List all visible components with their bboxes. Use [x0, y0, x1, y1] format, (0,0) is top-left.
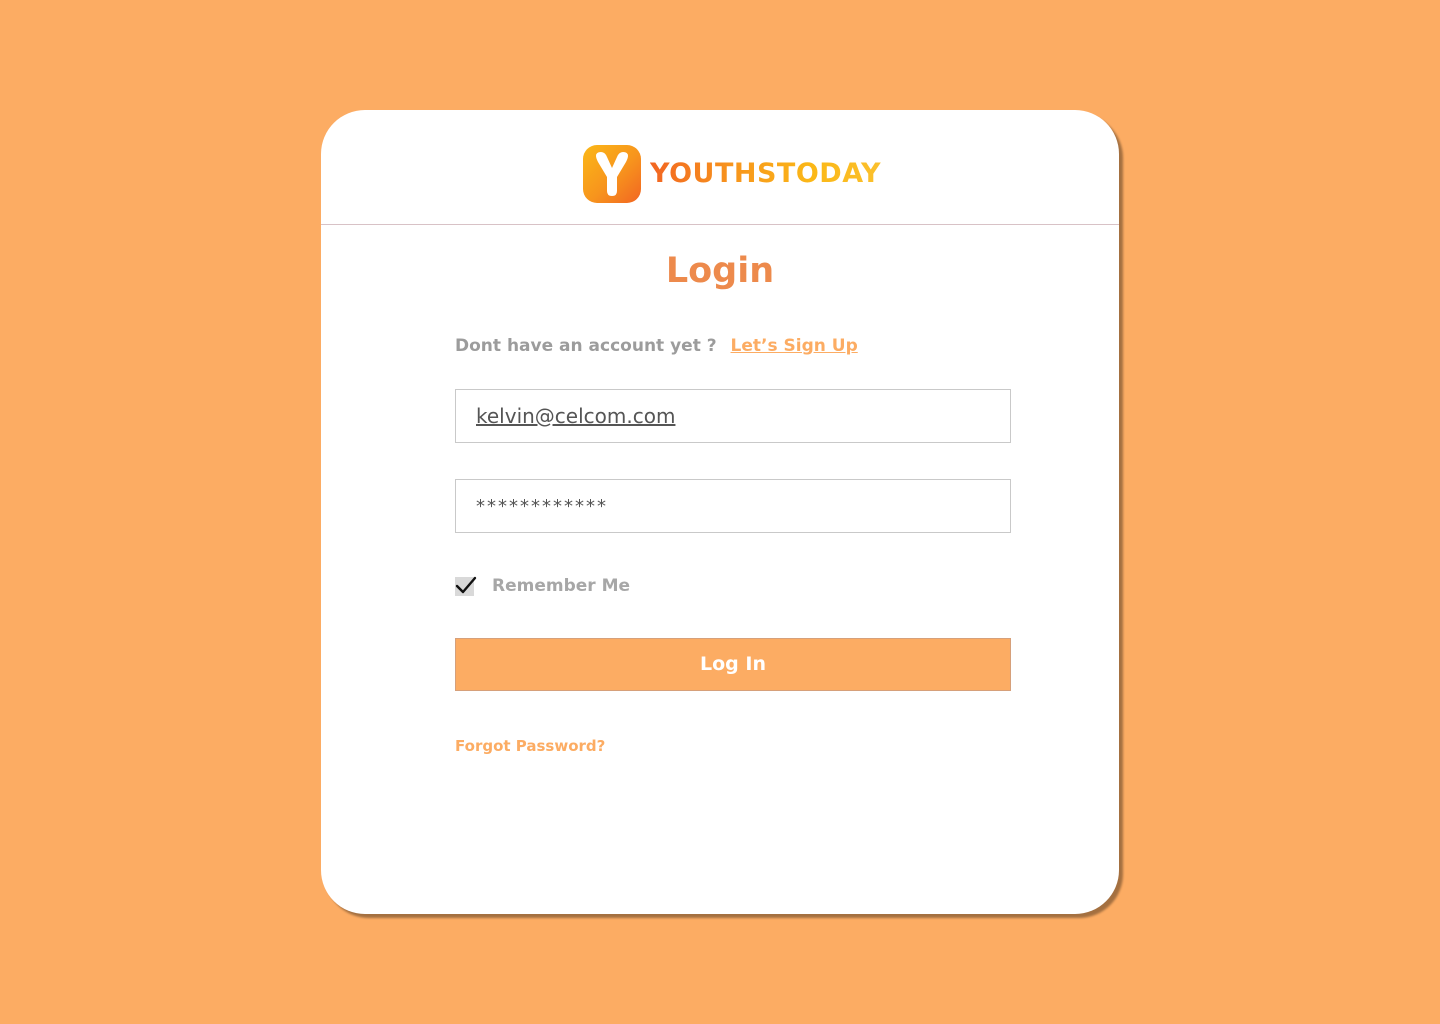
- brand-name: YOUTHSTODAY: [650, 145, 881, 203]
- remember-me-label: Remember Me: [492, 576, 631, 596]
- email-field[interactable]: kelvin@celcom.com: [455, 389, 1011, 443]
- signup-prompt: Dont have an account yet ?: [455, 336, 717, 356]
- remember-me-checkbox[interactable]: [455, 576, 477, 596]
- remember-me-row[interactable]: Remember Me: [455, 574, 630, 598]
- card-header: YOUTHSTODAY: [321, 110, 1119, 225]
- login-button[interactable]: Log In: [455, 638, 1011, 691]
- password-value: ************: [476, 495, 608, 517]
- signup-row: Dont have an account yet ? Let’s Sign Up: [455, 334, 858, 358]
- login-card: YOUTHSTODAY Login Dont have an account y…: [321, 110, 1119, 914]
- signup-link[interactable]: Let’s Sign Up: [731, 336, 858, 356]
- password-field[interactable]: ************: [455, 479, 1011, 533]
- forgot-password-link[interactable]: Forgot Password?: [455, 735, 605, 757]
- youthstoday-logo: YOUTHSTODAY: [583, 145, 881, 203]
- email-value: kelvin@celcom.com: [476, 404, 676, 428]
- youthstoday-y-icon: [583, 145, 641, 203]
- page-title: Login: [665, 251, 775, 291]
- checkmark-icon: [455, 576, 477, 593]
